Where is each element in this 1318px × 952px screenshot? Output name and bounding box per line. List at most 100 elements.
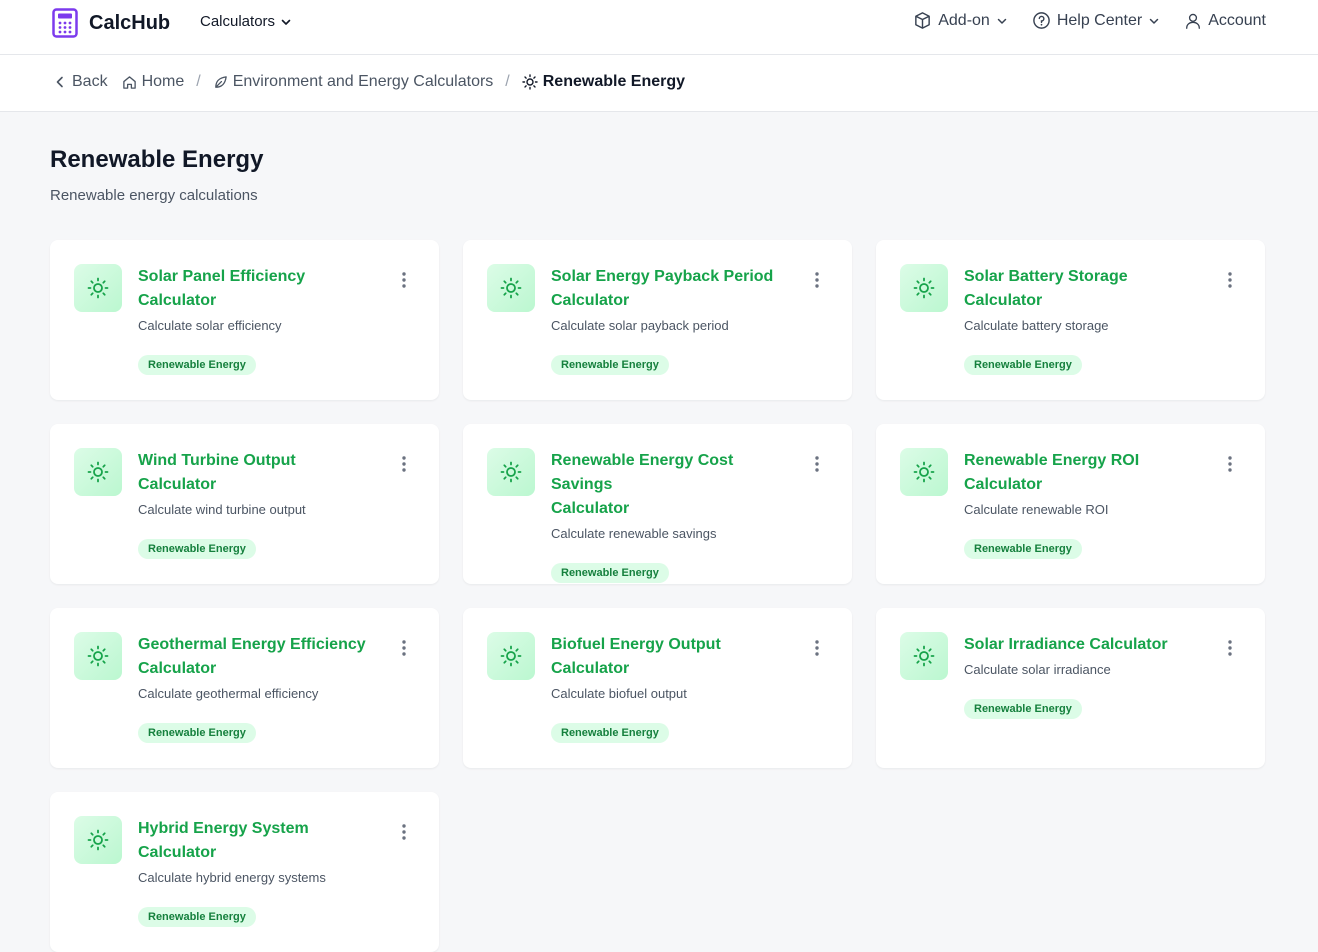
card-title[interactable]: Hybrid Energy System Calculator (138, 817, 378, 865)
calculator-card[interactable]: Solar Battery Storage Calculator Calculate… (876, 240, 1265, 400)
card-title[interactable]: Geothermal Energy Efficiency Calculator (138, 633, 378, 681)
category-tag[interactable]: Renewable Energy (138, 907, 256, 927)
breadcrumb-home[interactable]: Home (122, 73, 185, 91)
card-title-line1: Hybrid Energy System (138, 820, 309, 837)
breadcrumb-bar: Back Home / Environment and Energy Calcu… (0, 55, 1318, 112)
addon-menu[interactable]: Add-on (913, 11, 1008, 30)
calculator-card[interactable]: Solar Panel Efficiency Calculator Calculat… (50, 240, 439, 400)
card-title[interactable]: Renewable Energy ROI Calculator (964, 449, 1204, 497)
category-tag[interactable]: Renewable Energy (138, 539, 256, 559)
card-description: Calculate hybrid energy systems (138, 870, 326, 885)
help-circle-icon (1033, 12, 1050, 29)
card-title-line1: Renewable Energy Cost Savings (551, 452, 734, 493)
card-title-line1: Geothermal Energy Efficiency (138, 636, 366, 653)
sun-icon (487, 264, 535, 312)
card-title-line1: Renewable Energy ROI (964, 452, 1140, 469)
card-title-line2: Calculator (138, 844, 217, 861)
card-title-line2: Calculator (138, 660, 217, 677)
sun-icon (74, 448, 122, 496)
account-label: Account (1208, 11, 1266, 29)
more-vertical-icon[interactable] (814, 455, 820, 473)
category-tag[interactable]: Renewable Energy (964, 539, 1082, 559)
card-title-line1: Solar Energy Payback Period (551, 268, 774, 285)
card-description: Calculate geothermal efficiency (138, 686, 319, 701)
category-tag[interactable]: Renewable Energy (551, 355, 669, 375)
addon-label: Add-on (938, 11, 990, 29)
page-title: Renewable Energy (50, 146, 264, 173)
breadcrumb-separator: / (196, 73, 201, 90)
sun-icon (74, 816, 122, 864)
card-title-line1: Solar Panel Efficiency (138, 268, 306, 285)
chevron-left-icon (56, 76, 63, 88)
more-vertical-icon[interactable] (814, 271, 820, 289)
card-body: Renewable Energy Cost Savings Calculator C… (551, 449, 791, 583)
more-vertical-icon[interactable] (814, 639, 820, 657)
card-description: Calculate biofuel output (551, 686, 687, 701)
card-description: Calculate battery storage (964, 318, 1109, 333)
more-vertical-icon[interactable] (1227, 271, 1233, 289)
calculator-card[interactable]: Wind Turbine Output Calculator Calculate w… (50, 424, 439, 584)
category-tag[interactable]: Renewable Energy (551, 723, 669, 743)
sun-icon (900, 448, 948, 496)
card-title[interactable]: Biofuel Energy Output Calculator (551, 633, 791, 681)
calculator-card[interactable]: Geothermal Energy Efficiency Calculator Ca… (50, 608, 439, 768)
breadcrumb-separator: / (505, 73, 510, 90)
card-description: Calculate solar irradiance (964, 662, 1111, 677)
more-vertical-icon[interactable] (401, 271, 407, 289)
more-vertical-icon[interactable] (1227, 455, 1233, 473)
card-body: Solar Panel Efficiency Calculator Calculat… (138, 265, 378, 375)
card-description: Calculate solar efficiency (138, 318, 282, 333)
chevron-down-icon (997, 18, 1007, 24)
sun-icon (522, 74, 538, 90)
card-description: Calculate renewable ROI (964, 502, 1109, 517)
home-label: Home (141, 73, 185, 90)
brand-logo[interactable]: CalcHub (52, 8, 170, 38)
category-tag[interactable]: Renewable Energy (551, 563, 669, 583)
leaf-icon (214, 75, 227, 88)
calculator-card[interactable]: Hybrid Energy System Calculator Calculate … (50, 792, 439, 952)
card-title[interactable]: Wind Turbine Output Calculator (138, 449, 378, 497)
card-body: Geothermal Energy Efficiency Calculator Ca… (138, 633, 378, 743)
chevron-down-icon (1149, 18, 1159, 24)
card-title[interactable]: Solar Energy Payback Period Calculator (551, 265, 791, 313)
card-title[interactable]: Solar Irradiance Calculator (964, 633, 1204, 657)
breadcrumb-category[interactable]: Environment and Energy Calculators (213, 73, 494, 91)
card-body: Biofuel Energy Output Calculator Calculate… (551, 633, 791, 743)
calculators-menu[interactable]: Calculators (200, 13, 292, 30)
calculators-menu-label: Calculators (200, 13, 276, 30)
more-vertical-icon[interactable] (401, 823, 407, 841)
category-tag[interactable]: Renewable Energy (138, 723, 256, 743)
card-description: Calculate solar payback period (551, 318, 729, 333)
help-center-menu[interactable]: Help Center (1032, 11, 1160, 30)
more-vertical-icon[interactable] (401, 639, 407, 657)
calculator-card[interactable]: Solar Irradiance Calculator Calculate sol… (876, 608, 1265, 768)
account-menu[interactable]: Account (1184, 12, 1266, 30)
calculator-card[interactable]: Solar Energy Payback Period Calculator Cal… (463, 240, 852, 400)
category-tag[interactable]: Renewable Energy (964, 355, 1082, 375)
sun-icon (900, 264, 948, 312)
calculator-card[interactable]: Renewable Energy Cost Savings Calculator C… (463, 424, 852, 584)
card-title-line2: Calculator (964, 292, 1043, 309)
back-link[interactable]: Back (53, 73, 108, 91)
card-title[interactable]: Solar Panel Efficiency Calculator (138, 265, 378, 313)
category-tag[interactable]: Renewable Energy (964, 699, 1082, 719)
card-body: Renewable Energy ROI Calculator Calculate … (964, 449, 1204, 559)
card-title-line2: Calculator (551, 292, 630, 309)
help-center-label: Help Center (1056, 11, 1143, 29)
category-tag[interactable]: Renewable Energy (138, 355, 256, 375)
category-label: Environment and Energy Calculators (232, 73, 494, 90)
sun-icon (487, 632, 535, 680)
card-title[interactable]: Renewable Energy Cost Savings Calculator (551, 449, 791, 521)
card-title[interactable]: Solar Battery Storage Calculator (964, 265, 1204, 313)
calculator-card[interactable]: Renewable Energy ROI Calculator Calculate … (876, 424, 1265, 584)
sun-icon (74, 632, 122, 680)
card-body: Wind Turbine Output Calculator Calculate w… (138, 449, 378, 559)
card-title-line2: Calculator (551, 660, 630, 677)
calculator-card[interactable]: Biofuel Energy Output Calculator Calculate… (463, 608, 852, 768)
more-vertical-icon[interactable] (401, 455, 407, 473)
back-label: Back (72, 73, 108, 90)
top-nav-bar: CalcHub Calculators Add-on Help Center A… (0, 0, 1318, 55)
more-vertical-icon[interactable] (1227, 639, 1233, 657)
brand-name: CalcHub (89, 11, 171, 34)
home-icon (122, 75, 136, 89)
